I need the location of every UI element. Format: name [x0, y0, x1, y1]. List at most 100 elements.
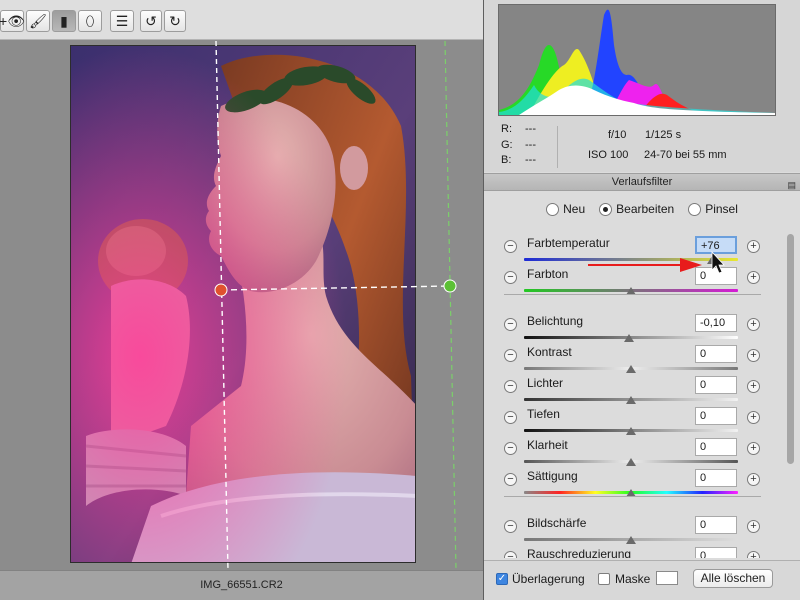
slider-label: Belichtung	[527, 314, 584, 328]
eye-plus-icon: +👁	[0, 12, 25, 29]
adjustment-panel: R: --- G: --- B: --- f/10 1/125 s ISO 100 2…	[484, 0, 800, 600]
slider-value-field[interactable]: 0	[695, 516, 737, 534]
panel-footer: ✓ Überlagerung Maske Alle löschen	[484, 560, 800, 600]
image-canvas[interactable]	[0, 41, 483, 570]
minus-icon[interactable]: −	[504, 318, 517, 331]
rotate-right-tool[interactable]: ↻	[164, 10, 186, 32]
status-bar: IMG_66551.CR2	[0, 570, 483, 600]
slider-tiefen: − Tiefen 0 +	[484, 403, 784, 435]
preferences-list-tool[interactable]: ☰	[110, 10, 134, 32]
slider-klarheit: − Klarheit 0 +	[484, 434, 784, 466]
tool-bar: +👁 🖌 ▮ ⬯ ☰ ↺ ↻	[0, 0, 483, 40]
slider-value-field[interactable]: 0	[695, 547, 737, 558]
slider-lichter: − Lichter 0 +	[484, 372, 784, 404]
slider-kontrast: − Kontrast 0 +	[484, 341, 784, 373]
radio-button[interactable]	[599, 202, 613, 216]
radial-filter-tool[interactable]: ⬯	[78, 10, 102, 32]
radio-button[interactable]	[546, 202, 560, 216]
filter-mode-group: Neu Bearbeiten Pinsel	[484, 198, 800, 220]
filename-label: IMG_66551.CR2	[200, 579, 283, 591]
slider-list: − Farbtemperatur +76 + − Farbton 0 + − Belichtung…	[484, 226, 784, 558]
radio-label: Neu	[563, 202, 586, 216]
slider-value-field[interactable]: 0	[695, 407, 737, 425]
mouse-cursor-icon	[711, 250, 725, 274]
slider-value-field[interactable]: 0	[695, 376, 737, 394]
slider-belichtung: − Belichtung -0,10 +	[484, 310, 784, 342]
histogram-graph	[499, 9, 775, 116]
plus-icon[interactable]: +	[747, 349, 760, 362]
plus-icon[interactable]: +	[747, 442, 760, 455]
clear-all-button[interactable]: Alle löschen	[693, 569, 773, 588]
plus-icon[interactable]: +	[747, 520, 760, 533]
plus-icon[interactable]: +	[747, 551, 760, 558]
panel-title: Verlaufsfilter	[611, 176, 673, 188]
mode-radio-pinsel[interactable]: Pinsel	[688, 198, 738, 220]
mask-color-swatch[interactable]	[656, 571, 678, 585]
panel-header: Verlaufsfilter ▤	[484, 173, 800, 191]
slider-rauschreduzierung: − Rauschreduzierung 0 +	[484, 543, 784, 558]
scrollbar-thumb[interactable]	[787, 234, 794, 464]
slider-label: Kontrast	[527, 345, 572, 359]
mode-radio-bearbeiten[interactable]: Bearbeiten	[599, 198, 674, 220]
lens-value: 24-70 bei 55 mm	[644, 149, 727, 161]
rotate-cw-icon: ↻	[169, 12, 181, 29]
slider-group-separator	[504, 294, 761, 295]
plus-icon[interactable]: +	[747, 473, 760, 486]
graduated-filter-tool[interactable]: ▮	[52, 10, 76, 32]
slider-label: Sättigung	[527, 469, 578, 483]
mask-checkbox[interactable]	[598, 573, 610, 585]
rotate-left-tool[interactable]: ↺	[140, 10, 162, 32]
slider-s-ttigung: − Sättigung 0 +	[484, 465, 784, 497]
mask-label: Maske	[615, 572, 651, 586]
minus-icon[interactable]: −	[504, 551, 517, 558]
minus-icon[interactable]: −	[504, 380, 517, 393]
aperture-value: f/10	[608, 129, 627, 141]
radio-label: Pinsel	[705, 202, 738, 216]
slider-value-field[interactable]: -0,10	[695, 314, 737, 332]
plus-icon[interactable]: +	[747, 380, 760, 393]
radio-label: Bearbeiten	[616, 202, 675, 216]
annotation-arrow	[588, 250, 725, 274]
plus-icon[interactable]: +	[747, 411, 760, 424]
panel-menu-icon[interactable]: ▤	[787, 177, 796, 193]
minus-icon[interactable]: −	[504, 473, 517, 486]
photo-image	[71, 46, 415, 562]
brush-tool[interactable]: 🖌	[26, 10, 50, 32]
histogram-area: R: --- G: --- B: --- f/10 1/125 s ISO 100 2…	[484, 0, 800, 172]
target-adjust-tool[interactable]: +👁	[0, 10, 25, 32]
list-icon: ☰	[115, 12, 129, 29]
slider-value-field[interactable]: 0	[695, 345, 737, 363]
brush-icon: 🖌	[29, 12, 47, 29]
minus-icon[interactable]: −	[504, 411, 517, 424]
slider-label: Klarheit	[527, 438, 568, 452]
slider-label: Tiefen	[527, 407, 560, 421]
slider-value-field[interactable]: 0	[695, 469, 737, 487]
slider-label: Rauschreduzierung	[527, 547, 632, 558]
mode-radio-neu[interactable]: Neu	[546, 198, 585, 220]
photo-preview[interactable]	[70, 45, 416, 563]
graduated-filter-icon: ▮	[60, 12, 68, 29]
panel-scrollbar[interactable]	[784, 226, 798, 558]
overlay-checkbox[interactable]: ✓	[496, 573, 508, 585]
arrow-head	[680, 258, 702, 272]
preview-pane: +👁 🖌 ▮ ⬯ ☰ ↺ ↻ IMG_66551.CR2	[0, 0, 483, 600]
info-readout: R: --- G: --- B: --- f/10 1/125 s ISO 100 2…	[484, 118, 800, 172]
g-readout: G: ---	[501, 139, 536, 151]
r-readout: R: ---	[501, 123, 536, 135]
slider-group-separator	[504, 496, 761, 497]
slider-bildsch-rfe: − Bildschärfe 0 +	[484, 512, 784, 544]
shutter-value: 1/125 s	[645, 129, 682, 141]
slider-value-field[interactable]: 0	[695, 438, 737, 456]
radio-button[interactable]	[688, 202, 702, 216]
minus-icon[interactable]: −	[504, 349, 517, 362]
slider-label: Bildschärfe	[527, 516, 587, 530]
plus-icon[interactable]: +	[747, 318, 760, 331]
minus-icon[interactable]: −	[504, 442, 517, 455]
rotate-ccw-icon: ↺	[145, 12, 157, 29]
overlay-label: Überlagerung	[512, 572, 585, 586]
histogram	[498, 4, 776, 116]
radial-filter-icon: ⬯	[85, 12, 95, 29]
minus-icon[interactable]: −	[504, 520, 517, 533]
b-readout: B: ---	[501, 154, 536, 166]
slider-label: Lichter	[527, 376, 564, 390]
